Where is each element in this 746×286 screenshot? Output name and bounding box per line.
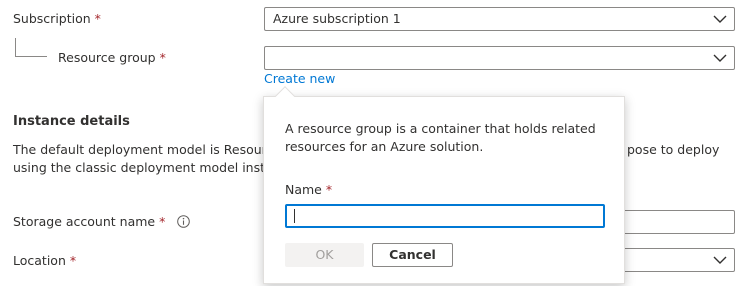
resource-group-name-input[interactable]	[285, 204, 605, 228]
name-label-row: Name *	[285, 182, 332, 197]
instance-details-description-line2: using the classic deployment model inste…	[13, 160, 289, 175]
callout-description-line1: A resource group is a container that hol…	[285, 121, 596, 136]
create-resource-group-callout: A resource group is a container that hol…	[263, 86, 625, 284]
location-label-row: Location *	[13, 253, 76, 268]
required-asterisk: *	[94, 11, 101, 26]
callout-description-line2: resources for an Azure solution.	[285, 139, 484, 154]
subscription-label: Subscription	[13, 11, 91, 26]
instance-details-heading: Instance details	[13, 114, 130, 129]
storage-account-name-label: Storage account name	[13, 214, 156, 229]
resource-group-label-row: Resource group *	[58, 50, 166, 65]
subscription-dropdown[interactable]: Azure subscription 1	[264, 7, 735, 31]
create-new-link[interactable]: Create new	[264, 71, 335, 86]
required-asterisk: *	[159, 214, 166, 229]
chevron-down-icon	[713, 15, 727, 23]
required-asterisk: *	[159, 50, 166, 65]
subscription-selected-value: Azure subscription 1	[273, 11, 401, 26]
instance-details-description-line1-tail: pose to deploy	[627, 142, 720, 157]
resource-group-label: Resource group	[58, 50, 156, 65]
required-asterisk: *	[325, 182, 333, 197]
cancel-button[interactable]: Cancel	[372, 243, 453, 267]
name-label: Name	[285, 182, 322, 197]
subscription-label-row: Subscription *	[13, 11, 101, 26]
storage-account-label-row: Storage account name *	[13, 214, 191, 229]
resource-group-dropdown[interactable]	[264, 46, 735, 70]
ok-button[interactable]: OK	[285, 243, 364, 267]
location-label: Location	[13, 253, 66, 268]
callout-beak	[275, 86, 295, 106]
chevron-down-icon	[713, 54, 727, 62]
chevron-down-icon	[713, 256, 727, 264]
instance-details-description-line1: The default deployment model is Resource	[13, 142, 282, 157]
hierarchy-connector	[15, 38, 47, 57]
info-icon[interactable]	[177, 215, 191, 228]
text-cursor	[294, 209, 295, 223]
required-asterisk: *	[69, 253, 77, 268]
